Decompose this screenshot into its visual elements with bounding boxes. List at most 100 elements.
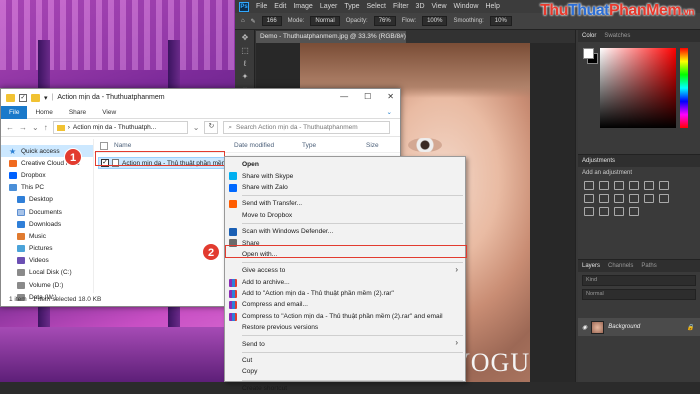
properties-icon[interactable]: ✓ [19, 93, 27, 102]
black-white-icon[interactable] [599, 194, 609, 203]
nav-item-documents[interactable]: Documents [1, 206, 93, 218]
back-icon[interactable]: ← [6, 123, 14, 132]
tab-layers[interactable]: Layers [582, 263, 600, 269]
hue-slider[interactable] [680, 48, 688, 128]
home-icon[interactable]: ⌂ [241, 18, 245, 24]
tab-view[interactable]: View [94, 109, 124, 116]
menu-type[interactable]: Type [344, 3, 359, 10]
expand-ribbon-icon[interactable]: ⌄ [387, 108, 392, 116]
maximize-icon[interactable]: ☐ [364, 92, 371, 101]
menu-item-copy[interactable]: Copy [225, 366, 465, 377]
selective-color-icon[interactable] [629, 207, 639, 216]
menu-item-add-to-archive[interactable]: Add to archive... [225, 277, 465, 288]
menu-image[interactable]: Image [293, 3, 312, 10]
tab-swatches[interactable]: Swatches [604, 33, 630, 39]
eye-icon[interactable]: ◉ [582, 324, 587, 331]
up-icon[interactable]: ↑ [44, 123, 48, 132]
mode-select[interactable]: Normal [310, 16, 340, 26]
channel-mixer-icon[interactable] [629, 194, 639, 203]
menu-help[interactable]: Help [485, 3, 499, 10]
tab-file[interactable]: File [1, 105, 28, 119]
move-tool-icon[interactable]: ✥ [238, 32, 252, 43]
gradient-map-icon[interactable] [614, 207, 624, 216]
menu-item-compress-to-action-m-n-da-th-thu-t-ph-n-[interactable]: Compress to "Action mịn da - Thủ thuật p… [225, 311, 465, 322]
tab-channels[interactable]: Channels [608, 263, 633, 269]
lasso-tool-icon[interactable]: ℓ [238, 58, 252, 69]
layer-kind-filter[interactable]: Kind [582, 275, 696, 286]
brush-tool-icon[interactable]: ✎ [251, 18, 256, 25]
menu-edit[interactable]: Edit [274, 3, 286, 10]
tab-color[interactable]: Color [582, 33, 596, 39]
column-size[interactable]: Size [366, 142, 396, 149]
tab-home[interactable]: Home [27, 109, 60, 116]
photoshop-logo[interactable]: Ps [239, 1, 249, 12]
address-dropdown-icon[interactable]: ⌄ [193, 123, 200, 132]
tab-paths[interactable]: Paths [641, 263, 656, 269]
tab-adjustments[interactable]: Adjustments [582, 158, 615, 164]
brush-size[interactable]: 166 [261, 16, 282, 26]
color-picker-field[interactable] [600, 48, 676, 128]
nav-item-music[interactable]: Music [1, 230, 93, 242]
new-folder-icon[interactable] [31, 93, 40, 102]
nav-item-pictures[interactable]: Pictures [1, 243, 93, 255]
nav-item-this-pc[interactable]: This PC [1, 182, 93, 194]
flow-input[interactable]: 100% [422, 16, 448, 26]
menu-item-move-to-dropbox[interactable]: Move to Dropbox [225, 210, 465, 221]
color-lookup-icon[interactable] [644, 194, 654, 203]
close-icon[interactable]: ✕ [387, 92, 394, 101]
menu-item-create-shortcut[interactable]: Create shortcut [225, 383, 465, 394]
menu-item-restore-previous-versions[interactable]: Restore previous versions [225, 322, 465, 333]
nav-item-desktop[interactable]: Desktop [1, 194, 93, 206]
nav-item-local-disk-c[interactable]: Local Disk (C:) [1, 267, 93, 279]
layer-row-background[interactable]: ◉ Background 🔒 [578, 318, 700, 336]
foreground-color-swatch[interactable] [583, 48, 594, 59]
recent-locations-icon[interactable]: ⌄ [32, 123, 39, 132]
document-tab[interactable]: Demo - Thuthuatphanmem.jpg @ 33.3% (RGB/… [256, 31, 406, 43]
menu-item-add-to-action-m-n-da-th-thu-t-ph-n-m-m-2[interactable]: Add to "Action mịn da - Thủ thuật phần m… [225, 288, 465, 299]
menu-item-cut[interactable]: Cut [225, 355, 465, 366]
menu-item-send-to[interactable]: Send to › [225, 338, 465, 349]
menu-item-share-with-zalo[interactable]: Share with Zalo [225, 182, 465, 193]
hue-saturation-icon[interactable] [659, 181, 669, 190]
exposure-icon[interactable] [629, 181, 639, 190]
photo-filter-icon[interactable] [614, 194, 624, 203]
brightness-icon[interactable] [584, 181, 594, 190]
menu-item-compress-and-email[interactable]: Compress and email... [225, 299, 465, 310]
refresh-button[interactable]: ↻ [204, 121, 219, 134]
menu-3d[interactable]: 3D [416, 3, 425, 10]
menu-item-give-access-to[interactable]: Give access to › [225, 265, 465, 276]
vibrance-icon[interactable] [644, 181, 654, 190]
menu-file[interactable]: File [256, 3, 267, 10]
menu-item-send-with-transfer[interactable]: Send with Transfer... [225, 198, 465, 209]
menu-item-share-with-skype[interactable]: Share with Skype [225, 170, 465, 181]
nav-item-dropbox[interactable]: Dropbox [1, 169, 93, 181]
address-bar[interactable]: › Action mịn da - Thuthuatph... [52, 121, 188, 134]
menu-layer[interactable]: Layer [320, 3, 338, 10]
menu-item-open[interactable]: Open [225, 159, 465, 170]
threshold-icon[interactable] [599, 207, 609, 216]
posterize-icon[interactable] [584, 207, 594, 216]
smoothing-input[interactable]: 10% [489, 16, 512, 26]
menu-window[interactable]: Window [454, 3, 479, 10]
nav-item-videos[interactable]: Videos [1, 255, 93, 267]
column-date-modified[interactable]: Date modified [234, 142, 302, 149]
menu-item-scan-with-windows-defender[interactable]: Scan with Windows Defender... [225, 226, 465, 237]
invert-icon[interactable] [659, 194, 669, 203]
layer-blend-mode[interactable]: Normal [582, 289, 696, 300]
quick-select-tool-icon[interactable]: ✦ [238, 71, 252, 82]
quick-access-dropdown-icon[interactable]: ▾ [44, 94, 48, 102]
nav-item-volume-d[interactable]: Volume (D:) [1, 279, 93, 291]
levels-icon[interactable] [599, 181, 609, 190]
menu-filter[interactable]: Filter [393, 3, 409, 10]
marquee-tool-icon[interactable]: ⬚ [238, 45, 252, 56]
search-input[interactable]: ⌕ Search Action mịn da - Thuthuatphanmem [223, 121, 391, 134]
nav-item-downloads[interactable]: Downloads [1, 218, 93, 230]
color-balance-icon[interactable] [584, 194, 594, 203]
column-name[interactable]: Name [114, 142, 234, 149]
minimize-icon[interactable]: — [340, 92, 348, 101]
opacity-input[interactable]: 76% [373, 16, 396, 26]
menu-view[interactable]: View [432, 3, 447, 10]
curves-icon[interactable] [614, 181, 624, 190]
select-all-checkbox[interactable] [100, 141, 108, 150]
column-type[interactable]: Type [302, 142, 366, 149]
